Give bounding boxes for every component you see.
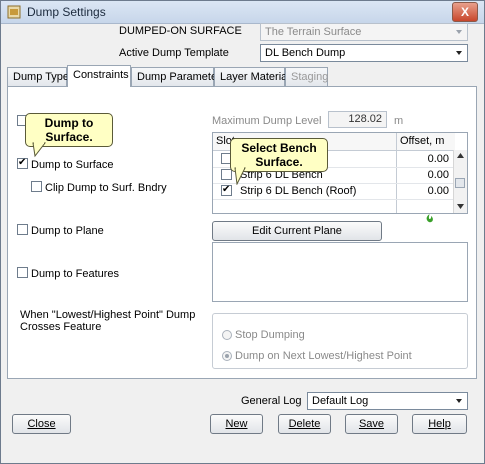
save-button[interactable]: Save — [345, 414, 398, 434]
edit-current-plane-button[interactable]: Edit Current Plane — [212, 221, 382, 241]
tab-dump-type[interactable]: Dump Type — [7, 67, 69, 86]
scroll-up-icon[interactable] — [456, 152, 465, 159]
dump-to-surface-label: Dump to Surface — [31, 159, 114, 171]
column-offset: Offset, m — [400, 135, 445, 147]
chevron-down-icon — [456, 399, 462, 403]
general-log-value: Default Log — [312, 395, 369, 407]
callout-line1: Dump to — [44, 116, 94, 130]
tab-dump-parameters[interactable]: Dump Parameters — [131, 67, 226, 86]
dump-to-features-label: Dump to Features — [31, 268, 120, 280]
max-dump-level-unit: m — [394, 115, 404, 127]
callout-pointer — [234, 167, 246, 185]
save-button-label: Save — [358, 418, 385, 430]
delete-button[interactable]: Delete — [278, 414, 331, 434]
help-button-label: Help — [428, 418, 451, 430]
row-name: Strip 6 DL Bench (Roof) — [240, 185, 357, 197]
plane-features-box — [212, 242, 468, 302]
scroll-thumb[interactable] — [455, 178, 465, 188]
feature-crossing-options: Stop Dumping Dump on Next Lowest/Highest… — [212, 313, 468, 369]
general-log-label: General Log — [241, 395, 302, 407]
active-dump-template-select[interactable]: DL Bench Dump — [260, 44, 468, 62]
dump-next-label: Dump on Next Lowest/Highest Point — [235, 350, 412, 362]
active-dump-template-label: Active Dump Template — [119, 47, 229, 59]
max-dump-level-input[interactable]: 128.02 — [328, 111, 387, 128]
dumped-on-surface-label: DUMPED-ON SURFACE — [119, 25, 242, 37]
general-log-select[interactable]: Default Log — [307, 392, 468, 410]
stop-dumping-radio[interactable] — [222, 330, 232, 340]
clip-dump-checkbox[interactable] — [31, 181, 42, 192]
max-dump-level-label: Maximum Dump Level — [212, 115, 322, 127]
dump-next-radio[interactable] — [222, 351, 232, 361]
close-button[interactable]: Close — [12, 414, 71, 434]
list-scrollbar[interactable] — [453, 150, 467, 213]
tab-staging[interactable]: Staging — [285, 67, 328, 86]
close-button-label: Close — [27, 418, 56, 430]
edit-current-plane-label: Edit Current Plane — [252, 225, 342, 237]
dumped-on-surface-select[interactable]: The Terrain Surface — [260, 23, 468, 41]
new-button-label: New — [225, 418, 248, 430]
app-icon — [7, 5, 21, 19]
new-button[interactable]: New — [210, 414, 263, 434]
dump-to-plane-checkbox[interactable] — [17, 224, 28, 235]
row-offset[interactable]: 0.00 — [428, 153, 449, 165]
callout-line1: Select Bench — [241, 141, 317, 155]
list-item[interactable]: Strip 6 DL Bench (Roof) 0.00 — [213, 183, 455, 200]
dump-settings-window: Dump Settings X DUMPED-ON SURFACE The Te… — [0, 0, 485, 464]
stop-dumping-label: Stop Dumping — [235, 329, 305, 341]
dumped-on-surface-value: The Terrain Surface — [265, 26, 362, 38]
help-button[interactable]: Help — [412, 414, 467, 434]
chevron-down-icon — [456, 30, 462, 34]
close-window-icon[interactable]: X — [452, 2, 478, 22]
row-offset[interactable]: 0.00 — [428, 185, 449, 197]
window-title: Dump Settings — [27, 5, 106, 19]
row-offset[interactable]: 0.00 — [428, 169, 449, 181]
title-bar: Dump Settings X — [1, 1, 484, 24]
tab-constraints[interactable]: Constraints — [67, 65, 131, 87]
active-dump-template-value: DL Bench Dump — [265, 47, 346, 59]
clip-dump-label: Clip Dump to Surf. Bndry — [45, 182, 167, 194]
delete-button-label: Delete — [288, 418, 321, 430]
dump-to-plane-label: Dump to Plane — [31, 225, 104, 237]
chevron-down-icon — [456, 51, 462, 55]
callout-pointer — [32, 142, 47, 158]
dump-to-surface-checkbox[interactable] — [17, 156, 28, 170]
row-checkbox[interactable] — [221, 183, 232, 197]
scroll-down-icon[interactable] — [456, 203, 465, 210]
row-checkbox[interactable] — [221, 169, 232, 180]
tab-layer-material[interactable]: Layer Material — [214, 67, 290, 86]
max-dump-level-value: 128.02 — [348, 113, 382, 125]
refresh-green-icon[interactable] — [424, 213, 435, 224]
feature-note-line1: When "Lowest/Highest Point" Dump — [20, 309, 196, 321]
dump-to-features-checkbox[interactable] — [17, 267, 28, 278]
feature-note-line2: Crosses Feature — [20, 321, 102, 333]
